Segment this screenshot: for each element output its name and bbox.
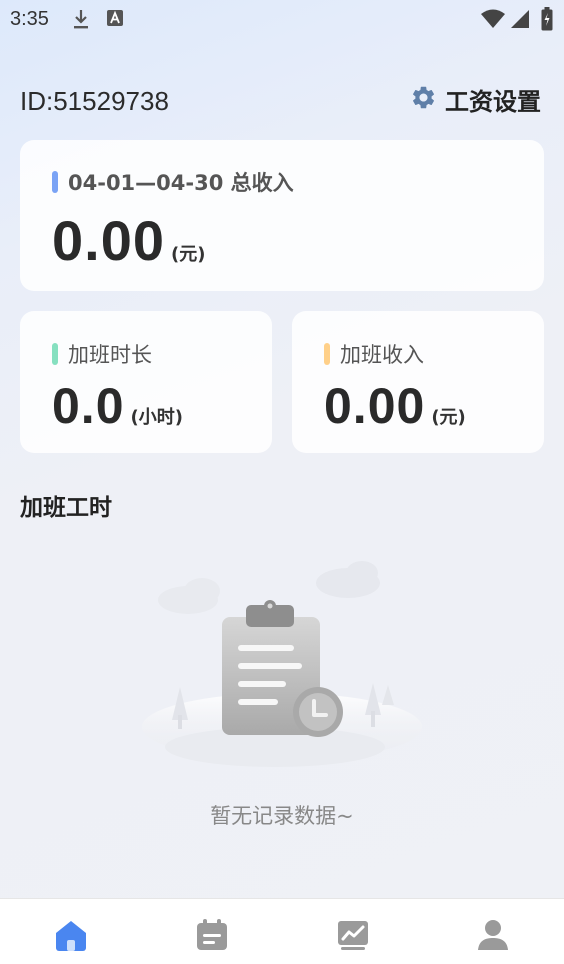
salary-settings-button[interactable]: 工资设置 bbox=[410, 83, 541, 116]
empty-state-text: 暂无记录数据~ bbox=[210, 804, 354, 828]
section-title: 加班工时 bbox=[20, 495, 112, 521]
status-time: 3:35 bbox=[10, 8, 49, 30]
chart-icon bbox=[335, 917, 371, 957]
overtime-income-unit: (元) bbox=[431, 407, 466, 428]
overtime-income-title: 加班收入 bbox=[324, 339, 424, 369]
wifi-icon bbox=[480, 9, 506, 33]
nav-item-calendar[interactable] bbox=[192, 917, 232, 957]
overtime-hours-unit: (小时) bbox=[130, 407, 183, 428]
status-bar: 3:35 bbox=[0, 0, 564, 40]
signal-icon bbox=[510, 9, 530, 33]
overtime-hours-label: 加班时长 bbox=[68, 343, 152, 367]
overtime-hours-amount: 0.0 (小时) bbox=[52, 377, 183, 435]
overtime-hours-title: 加班时长 bbox=[52, 339, 152, 369]
marker-bar bbox=[324, 343, 330, 365]
marker-bar bbox=[52, 171, 58, 193]
gear-icon bbox=[410, 84, 437, 115]
battery-charging-icon bbox=[541, 7, 553, 35]
total-income-unit: (元) bbox=[171, 244, 206, 265]
overtime-hours-value: 0.0 bbox=[52, 378, 125, 434]
total-income-amount: 0.00 (元) bbox=[52, 208, 205, 273]
total-income-period: 04-01—04-30 总收入 bbox=[68, 171, 294, 195]
overtime-income-card[interactable]: 加班收入 0.00 (元) bbox=[292, 311, 544, 453]
total-income-card[interactable]: 04-01—04-30 总收入 0.00 (元) bbox=[20, 140, 544, 291]
total-income-title: 04-01—04-30 总收入 bbox=[52, 167, 294, 197]
bottom-nav bbox=[0, 898, 564, 964]
salary-settings-label: 工资设置 bbox=[445, 87, 541, 116]
marker-bar bbox=[52, 343, 58, 365]
overtime-income-label: 加班收入 bbox=[340, 343, 424, 367]
download-icon bbox=[72, 8, 90, 34]
user-id: ID:51529738 bbox=[20, 86, 169, 116]
home-icon bbox=[53, 917, 89, 957]
calendar-icon bbox=[194, 917, 230, 957]
nav-item-chart[interactable] bbox=[333, 917, 373, 957]
user-icon bbox=[475, 917, 511, 957]
font-a-icon bbox=[106, 8, 124, 32]
overtime-hours-card[interactable]: 加班时长 0.0 (小时) bbox=[20, 311, 272, 453]
total-income-value: 0.00 bbox=[52, 209, 165, 272]
nav-item-profile[interactable] bbox=[473, 917, 513, 957]
overtime-income-amount: 0.00 (元) bbox=[324, 377, 466, 435]
overtime-income-value: 0.00 bbox=[324, 378, 426, 434]
nav-item-home[interactable] bbox=[51, 917, 91, 957]
clipboard-clock-illustration bbox=[140, 555, 425, 780]
